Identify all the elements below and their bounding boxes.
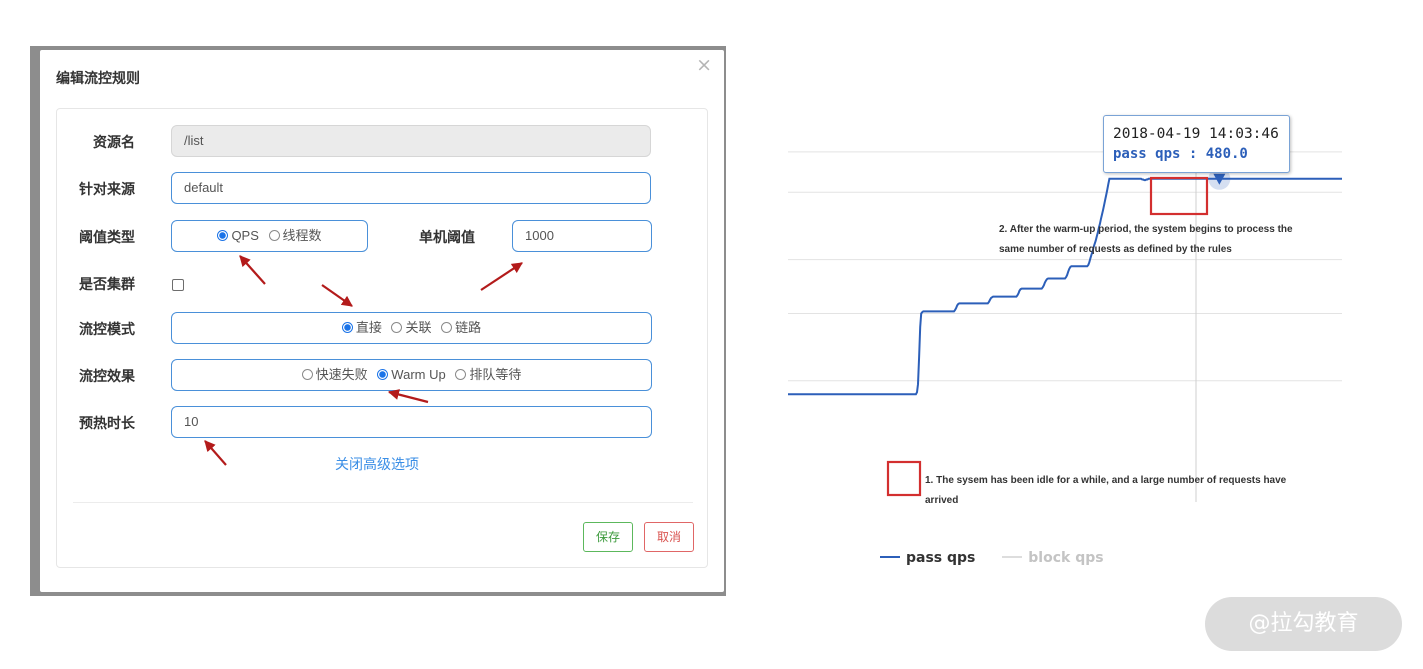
tooltip-time: 2018-04-19 14:03:46 <box>1113 126 1279 142</box>
chart-legend: pass qps block qps <box>880 550 1126 566</box>
qps-line-chart <box>788 115 1342 502</box>
chart-gridlines <box>788 151 1342 382</box>
highlight-box-spike <box>886 460 922 497</box>
legend-swatch-block-qps <box>1002 556 1023 558</box>
annotation-warmup-done: 2. After the warm-up period, the system … <box>999 220 1293 260</box>
legend-item-pass-qps[interactable]: pass qps <box>880 550 975 566</box>
series-line-pass-qps <box>788 177 1342 396</box>
legend-item-block-qps[interactable]: block qps <box>1002 550 1104 566</box>
annotation-idle-line2: arrived <box>925 495 959 506</box>
tooltip-value: pass qps : 480.0 <box>1113 146 1248 162</box>
legend-label-pass-qps: pass qps <box>906 550 976 566</box>
legend-label-block-qps: block qps <box>1028 550 1104 566</box>
annotation-warmup-done-line2: same number of requests as defined by th… <box>999 244 1232 255</box>
highlight-box-peak <box>1149 176 1209 216</box>
annotation-idle-line1: 1. The sysem has been idle for a while, … <box>925 475 1287 486</box>
watermark: @拉勾教育 <box>1205 597 1402 651</box>
legend-swatch-pass-qps <box>880 556 900 558</box>
screenshot-stage: 编辑流控规则 × 资源名 /list 针对来源 default 阈值类型 QPS… <box>0 0 1423 669</box>
annotation-warmup-done-line1: 2. After the warm-up period, the system … <box>999 224 1293 235</box>
chart-tooltip: 2018-04-19 14:03:46 pass qps : 480.0 <box>1103 115 1290 173</box>
annotation-idle: 1. The sysem has been idle for a while, … <box>925 471 1286 511</box>
